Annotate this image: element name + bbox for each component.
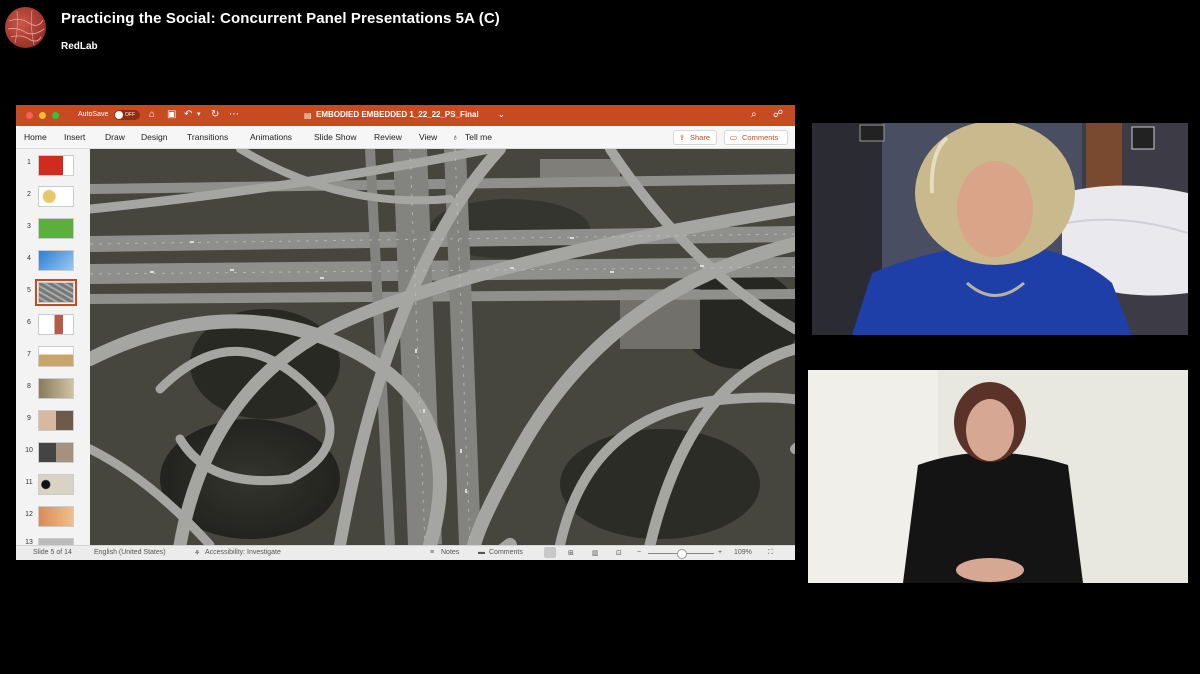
reading-view-icon[interactable]: ▥ (592, 549, 599, 557)
save-icon[interactable]: ▣ (167, 109, 176, 121)
more-options-icon[interactable]: ⋯ (229, 109, 239, 121)
highway-interchange-photo (90, 149, 795, 545)
tab-home[interactable]: Home (24, 132, 47, 142)
thumb-number: 10 (25, 447, 33, 454)
slide-thumbnail-9[interactable] (38, 410, 74, 431)
slide-thumbnail-12[interactable] (38, 506, 74, 527)
share-label: Share (690, 133, 711, 142)
tab-design[interactable]: Design (141, 132, 167, 142)
thumb-number: 12 (25, 511, 33, 518)
ppt-status-bar: Slide 5 of 14 English (United States) ⚘ … (16, 545, 795, 560)
document-icon: ▤ (304, 111, 312, 120)
tab-view[interactable]: View (419, 132, 437, 142)
thumb-number: 6 (27, 319, 31, 326)
normal-view-icon[interactable] (544, 547, 556, 558)
thumb-number: 3 (27, 223, 31, 230)
session-host: RedLab (61, 41, 98, 52)
maximize-window-button[interactable] (52, 112, 59, 119)
slide-sorter-icon[interactable]: ⊞ (568, 549, 574, 557)
ppt-titlebar: AutoSave OFF ⌂ ▣ ↶ ▾ ↻ ⋯ ▤ EMBODIED EMBE… (16, 105, 795, 126)
autosave-toggle[interactable]: OFF (114, 110, 140, 120)
thumb-number: 9 (27, 415, 31, 422)
thumb-number: 11 (25, 479, 33, 486)
share-button[interactable]: ⇪ Share (673, 130, 717, 145)
document-title: EMBODIED EMBEDDED 1_22_22_PS_Final (316, 110, 479, 119)
zoom-level[interactable]: 109% (734, 549, 752, 556)
zoom-out-button[interactable]: − (637, 549, 641, 556)
toggle-knob (115, 111, 123, 119)
powerpoint-window: AutoSave OFF ⌂ ▣ ↶ ▾ ↻ ⋯ ▤ EMBODIED EMBE… (16, 105, 795, 560)
thumb-number: 8 (27, 383, 31, 390)
redo-icon[interactable]: ↻ (211, 109, 219, 121)
ribbon-tabs: Home Insert Draw Design Transitions Anim… (16, 126, 795, 149)
slide-thumbnail-11[interactable] (38, 474, 74, 495)
minimize-window-button[interactable] (39, 112, 46, 119)
slide-counter: Slide 5 of 14 (33, 549, 72, 556)
slide-thumbnail-4[interactable] (38, 250, 74, 271)
autosave-label: AutoSave (78, 111, 109, 118)
zoom-in-button[interactable]: + (718, 549, 722, 556)
meeting-header: Practicing the Social: Concurrent Panel … (0, 0, 1200, 60)
accessibility-status[interactable]: Accessibility: Investigate (205, 549, 281, 556)
accessibility-icon: ⚘ (194, 550, 201, 557)
document-title-chevron-icon[interactable]: ⌄ (498, 110, 505, 119)
tab-insert[interactable]: Insert (64, 132, 85, 142)
share-icon: ⇪ (679, 133, 686, 142)
redlab-logo (5, 7, 46, 48)
notes-button[interactable]: Notes (441, 549, 459, 556)
lightbulb-icon: ♁ (452, 132, 459, 142)
comments-label: Comments (742, 133, 779, 142)
thumb-number: 5 (27, 287, 31, 294)
close-window-button[interactable] (26, 112, 33, 119)
autosave-state: OFF (125, 112, 135, 118)
comment-icon: ▭ (730, 133, 738, 142)
zoom-slider-thumb[interactable] (677, 549, 687, 559)
comments-status-button[interactable]: Comments (489, 549, 523, 556)
slide-thumbnail-13[interactable] (38, 538, 74, 545)
thumb-number: 4 (27, 255, 31, 262)
slide-thumbnail-3[interactable] (38, 218, 74, 239)
thumb-number: 2 (27, 191, 31, 198)
slide-thumbnail-5[interactable] (35, 279, 77, 306)
tab-draw[interactable]: Draw (105, 132, 125, 142)
tab-animations[interactable]: Animations (250, 132, 292, 142)
session-title: Practicing the Social: Concurrent Panel … (61, 10, 500, 27)
tab-review[interactable]: Review (374, 132, 402, 142)
current-slide-canvas[interactable] (90, 149, 795, 545)
tab-transitions[interactable]: Transitions (187, 132, 228, 142)
home-icon[interactable]: ⌂ (149, 109, 155, 121)
slide-thumbnail-7[interactable] (38, 346, 74, 367)
participant-video-feed (812, 123, 1188, 335)
slide-thumbnails-pane[interactable]: 1 2 3 4 5 6 7 8 9 10 11 12 13 (16, 149, 88, 545)
undo-icon[interactable]: ↶ (184, 109, 192, 121)
notes-icon: ≡ (430, 549, 435, 556)
slideshow-view-icon[interactable]: ⊡ (616, 549, 622, 557)
tell-me-search[interactable]: Tell me (465, 132, 492, 142)
slide-thumbnail-1[interactable] (38, 155, 74, 176)
slide-thumbnail-2[interactable] (38, 186, 74, 207)
participant-video-2[interactable] (808, 370, 1188, 583)
participant-video-1[interactable] (812, 123, 1188, 335)
thumb-number: 1 (27, 159, 31, 166)
search-icon[interactable]: ⌕ (751, 109, 757, 121)
language-indicator[interactable]: English (United States) (94, 549, 166, 556)
thumb-number: 7 (27, 351, 31, 358)
interpreter-video-feed (808, 370, 1188, 583)
comments-button[interactable]: ▭ Comments (724, 130, 788, 145)
undo-dropdown-icon[interactable]: ▾ (197, 109, 201, 121)
tab-slide-show[interactable]: Slide Show (314, 132, 357, 142)
share-presence-icon[interactable]: ☍ (773, 109, 783, 121)
comments-status-icon: ▬ (478, 549, 485, 556)
slide-thumbnail-6[interactable] (38, 314, 74, 335)
slide-thumbnail-10[interactable] (38, 442, 74, 463)
fit-slide-icon[interactable]: ⛶ (768, 549, 773, 557)
slide-thumbnail-8[interactable] (38, 378, 74, 399)
